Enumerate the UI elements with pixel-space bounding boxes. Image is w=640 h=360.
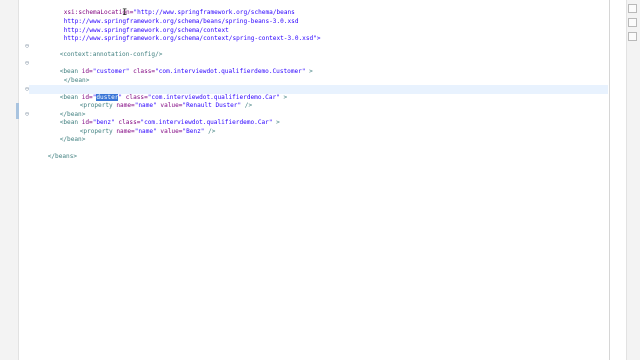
code-line: </bean> bbox=[45, 127, 620, 143]
minimize-icon[interactable] bbox=[628, 4, 637, 13]
code-line: <bean id="customer" class="com.interview… bbox=[45, 59, 620, 75]
code-line: <property name="name" value="Renault Dus… bbox=[65, 93, 640, 109]
code-line: </beans> bbox=[33, 144, 608, 160]
code-line: <bean id="benz" class="com.interviewdot.… bbox=[45, 110, 620, 126]
restore-icon[interactable] bbox=[628, 18, 637, 27]
code-line: http://www.springframework.org/schema/be… bbox=[49, 9, 624, 25]
code-line: <context:annotation-config/> bbox=[45, 42, 620, 58]
xml-tag: </bean> bbox=[59, 135, 86, 143]
fold-gutter bbox=[19, 0, 29, 360]
mouse-cursor-icon: I bbox=[122, 8, 128, 18]
print-margin-ruler bbox=[609, 0, 610, 360]
code-line: </bean> bbox=[49, 68, 624, 84]
overview-ruler bbox=[626, 0, 640, 360]
xml-tag: <context:annotation-config/> bbox=[59, 50, 163, 58]
xml-tag: </beans> bbox=[47, 152, 78, 160]
fold-marker-icon[interactable]: ⊖ bbox=[24, 60, 30, 67]
fold-marker-icon[interactable]: ⊖ bbox=[24, 111, 30, 118]
xml-tag: </bean> bbox=[63, 76, 90, 84]
code-line: xsi:schemaLocation="http://www.springfra… bbox=[49, 0, 624, 16]
fold-marker-icon[interactable]: ⊖ bbox=[24, 43, 30, 50]
code-editor[interactable]: xsi:schemaLocation="http://www.springfra… bbox=[29, 0, 608, 360]
change-marker bbox=[16, 111, 19, 119]
change-marker bbox=[16, 103, 19, 111]
xml-value: http://www.springframework.org/schema/co… bbox=[63, 34, 321, 42]
code-line: http://www.springframework.org/schema/co… bbox=[49, 26, 624, 42]
left-gutter bbox=[0, 0, 19, 360]
maximize-icon[interactable] bbox=[628, 32, 637, 41]
